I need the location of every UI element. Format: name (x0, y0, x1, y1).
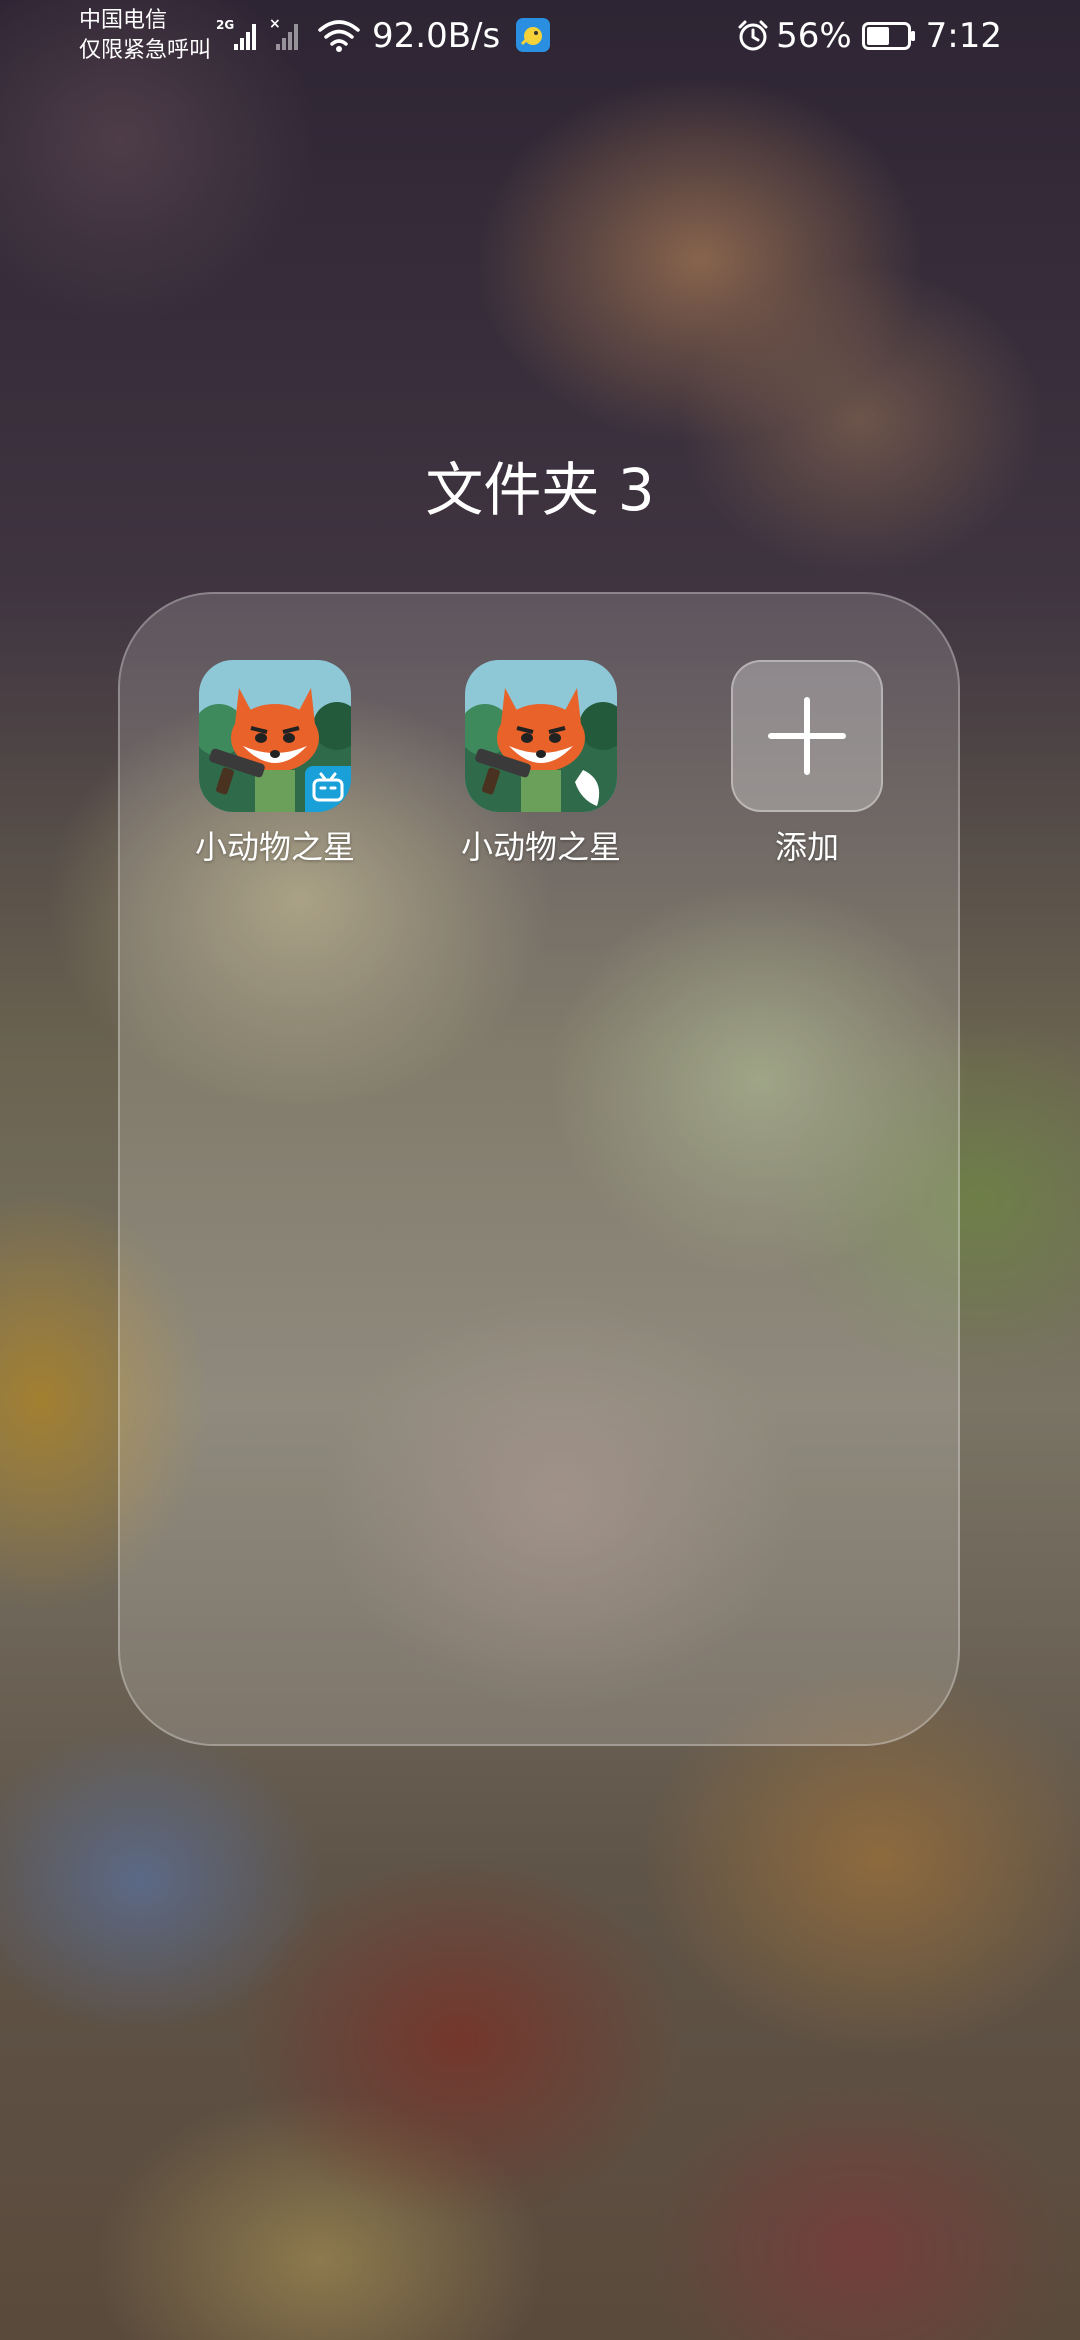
notification-app-icon (516, 18, 550, 52)
network-speed: 92.0B/s (372, 16, 501, 56)
battery-percent: 56% (776, 16, 852, 56)
app-label: 小动物之星 (194, 828, 355, 866)
add-label: 添加 (774, 828, 839, 866)
svg-text:×: × (269, 16, 281, 32)
fox-game-icon[interactable] (465, 660, 617, 812)
app-tile-animal-star-bilibili[interactable]: 小动物之星 (160, 660, 390, 868)
carrier-name: 中国电信 (79, 8, 168, 33)
plus-icon (768, 697, 846, 775)
clock: 7:12 (925, 16, 1002, 56)
app-tile-animal-star[interactable]: 小动物之星 (426, 660, 656, 868)
folder-panel: 小动物之星 小动物之星 添加 (118, 592, 960, 1746)
fox-game-icon[interactable] (199, 660, 351, 812)
folder-title[interactable]: 文件夹 3 (0, 448, 1080, 532)
add-app-button[interactable] (731, 660, 883, 812)
status-bar: 中国电信 仅限紧急呼叫 2G × 92.0B/s 56% 7:12 (0, 0, 1080, 74)
app-label: 小动物之星 (460, 828, 621, 866)
network-type-label: 2G (216, 18, 234, 32)
bilibili-badge-icon (305, 766, 351, 812)
alarm-icon (738, 20, 768, 51)
battery-icon (861, 22, 915, 50)
carrier-info: 中国电信 仅限紧急呼叫 (79, 6, 211, 66)
add-app-tile[interactable]: 添加 (692, 660, 922, 868)
wifi-icon (318, 20, 360, 52)
signal-icon: 2G × (216, 16, 298, 50)
status-right-group: 56% 7:12 (736, 12, 1002, 60)
emergency-only-text: 仅限紧急呼叫 (79, 38, 212, 63)
